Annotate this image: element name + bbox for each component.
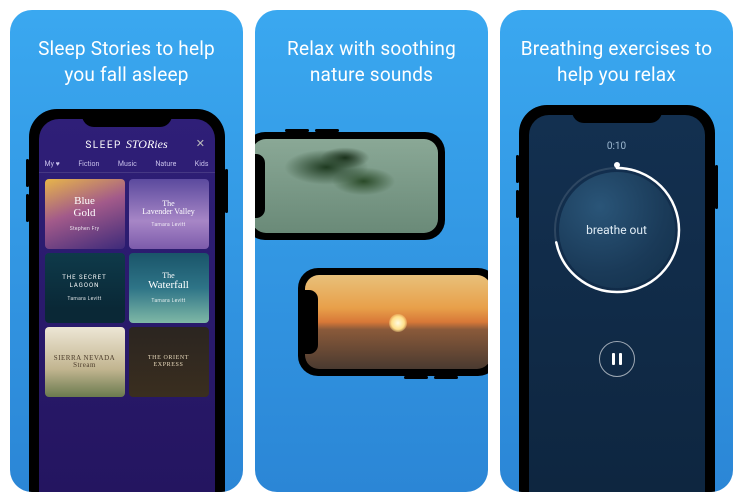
tab-favorites[interactable]: My ♥	[45, 160, 60, 168]
story-card-blue-gold[interactable]: Blue Gold Stephen Fry	[45, 179, 125, 249]
category-tabs: My ♥ Fiction Music Nature Kids	[39, 152, 215, 173]
story-card-waterfall[interactable]: The Waterfall Tamara Levitt	[129, 253, 209, 323]
story-card-orient-express[interactable]: THE ORIENT EXPRESS	[129, 327, 209, 397]
tab-kids[interactable]: Kids	[195, 160, 209, 168]
progress-start-marker-icon	[614, 162, 620, 168]
breathe-timer: 0:10	[607, 141, 626, 152]
app-screen-breathe: 0:10 breathe out	[529, 115, 705, 492]
breathe-circle[interactable]: breathe out	[550, 163, 684, 297]
app-screen-sleep-stories: SLEEP STORies ✕ My ♥ Fiction Music Natur…	[39, 119, 215, 492]
close-icon[interactable]: ✕	[196, 137, 207, 150]
headline-text: Relax with soothing nature sounds	[255, 10, 488, 87]
story-card-secret-lagoon[interactable]: THE SECRET LAGOON Tamara Levitt	[45, 253, 125, 323]
nature-scene-rain-leaves[interactable]	[255, 139, 438, 233]
phone-mockup: SLEEP STORies ✕ My ♥ Fiction Music Natur…	[29, 109, 225, 492]
screenshot-panel-sleep-stories: Sleep Stories to help you fall asleep SL…	[10, 10, 243, 492]
phone-mockup-landscape-sunset	[298, 268, 488, 376]
screen-title: SLEEP STORies ✕	[39, 119, 215, 152]
pause-button[interactable]	[599, 341, 635, 377]
story-card-sierra-nevada[interactable]: SIERRA NEVADA Stream	[45, 327, 125, 397]
screenshot-panel-nature-sounds: Relax with soothing nature sounds	[255, 10, 488, 492]
screenshot-panel-breathing: Breathing exercises to help you relax 0:…	[500, 10, 733, 492]
story-grid: Blue Gold Stephen Fry The Lavender Valle…	[39, 173, 215, 403]
breathe-instruction: breathe out	[559, 172, 675, 288]
story-card-lavender-valley[interactable]: The Lavender Valley Tamara Levitt	[129, 179, 209, 249]
nature-scene-beach-sunset[interactable]	[305, 275, 488, 369]
tab-nature[interactable]: Nature	[155, 160, 176, 168]
phone-mockup-landscape-rain	[255, 132, 445, 240]
headline-text: Sleep Stories to help you fall asleep	[10, 10, 243, 87]
tab-fiction[interactable]: Fiction	[78, 160, 99, 168]
headline-text: Breathing exercises to help you relax	[500, 10, 733, 87]
pause-icon	[612, 353, 622, 365]
tab-music[interactable]: Music	[118, 160, 137, 168]
phone-mockup: 0:10 breathe out	[519, 105, 715, 492]
